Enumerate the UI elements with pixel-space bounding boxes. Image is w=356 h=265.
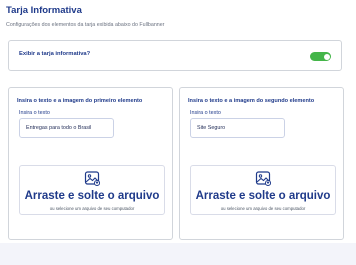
page-title: Tarja Informativa bbox=[6, 5, 82, 16]
settings-card: Tarja Informativa Configurações dos elem… bbox=[0, 0, 356, 243]
first-element-panel: Insira o texto e a imagem do primeiro el… bbox=[8, 87, 173, 240]
first-element-title: Insira o texto e a imagem do primeiro el… bbox=[17, 98, 143, 104]
switch-knob bbox=[323, 53, 330, 60]
second-element-panel: Insira o texto e a imagem do segundo ele… bbox=[179, 87, 344, 240]
image-upload-icon bbox=[255, 171, 271, 186]
first-image-dropzone[interactable]: Arraste e solte o arquivo ou selecione u… bbox=[19, 165, 165, 215]
show-banner-toggle-row: Exibir a tarja informativa? bbox=[8, 40, 342, 71]
first-text-input[interactable]: Entregas para todo o Brasil bbox=[19, 118, 114, 138]
second-text-input[interactable]: Site Seguro bbox=[190, 118, 285, 138]
second-image-dropzone[interactable]: Arraste e solte o arquivo ou selecione u… bbox=[190, 165, 336, 215]
dropzone-sub-text[interactable]: ou selecione um arquivo de seu computado… bbox=[20, 206, 164, 211]
page-subtitle: Configurações dos elementos da tarja exi… bbox=[6, 22, 165, 28]
image-upload-icon bbox=[84, 171, 100, 186]
second-text-label: Insira o texto bbox=[190, 110, 221, 116]
first-text-label: Insira o texto bbox=[19, 110, 50, 116]
dropzone-main-text: Arraste e solte o arquivo bbox=[24, 190, 160, 202]
second-element-title: Insira o texto e a imagem do segundo ele… bbox=[188, 98, 315, 104]
show-banner-switch[interactable] bbox=[310, 52, 331, 61]
dropzone-sub-text[interactable]: ou selecione um arquivo de seu computado… bbox=[191, 206, 335, 211]
dropzone-main-text: Arraste e solte o arquivo bbox=[195, 190, 331, 202]
show-banner-label: Exibir a tarja informativa? bbox=[19, 51, 91, 57]
